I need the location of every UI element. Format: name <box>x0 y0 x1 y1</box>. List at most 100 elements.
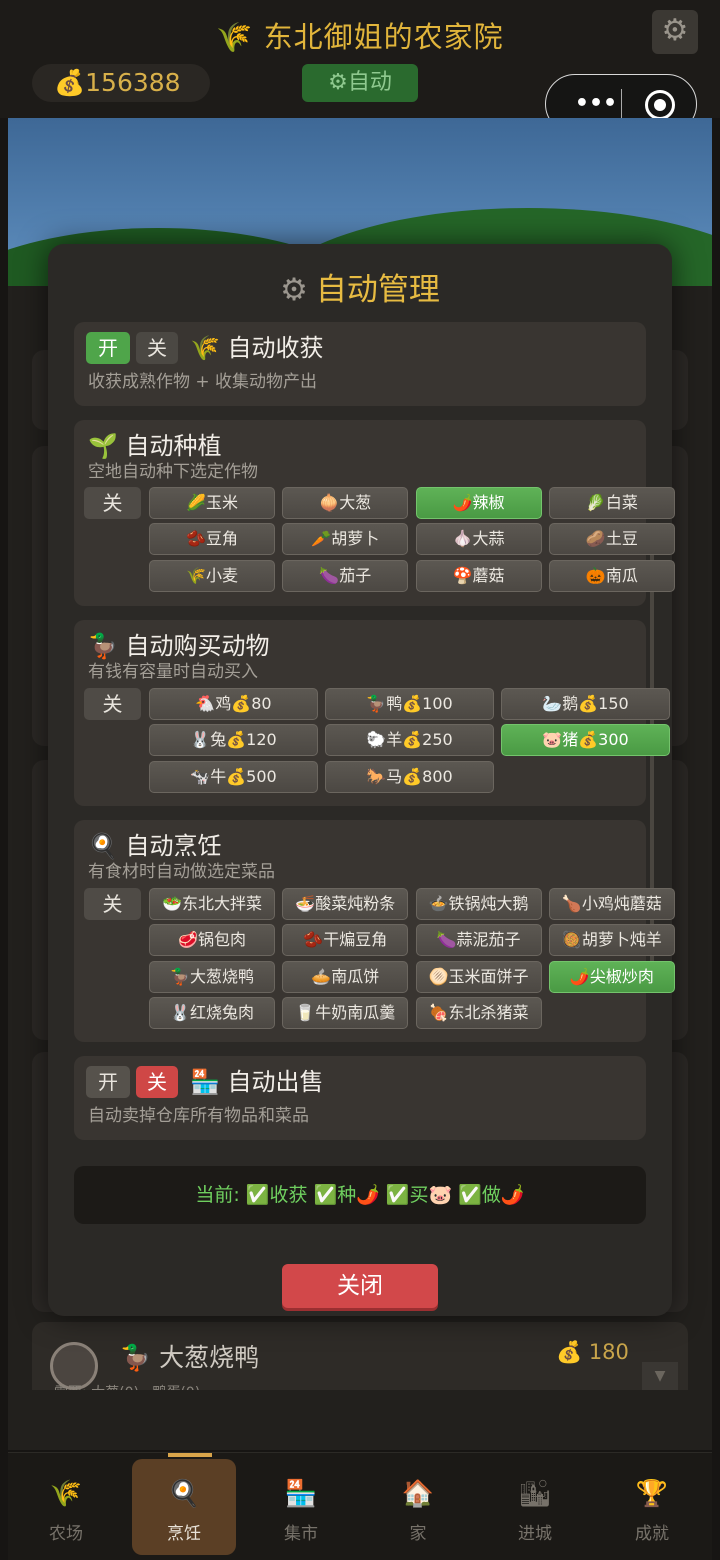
section-auto-harvest: 开 关 🌾 自动收获 收获成熟作物 + 收集动物产出 <box>74 322 646 406</box>
settings-gear-icon[interactable]: ⚙ <box>652 10 698 54</box>
dish-option[interactable]: 🍲铁锅炖大鹅 <box>415 888 542 920</box>
harvest-title: 🌾 自动收获 <box>190 328 324 363</box>
dish-option[interactable]: 🍗小鸡炖蘑菇 <box>548 888 675 920</box>
tab-cooking[interactable]: 🍳 烹饪 <box>132 1459 236 1555</box>
gear-icon: ⚙ <box>280 272 308 308</box>
crop-option[interactable]: 🌾小麦 <box>149 559 275 592</box>
current-status: 当前: ✅收获 ✅种🌶️ ✅买🐷 ✅做🌶️ <box>74 1166 646 1224</box>
trophy-icon: 🏆 <box>635 1479 669 1509</box>
modal-title-text: 自动管理 <box>315 272 440 308</box>
bottom-tab-bar: 🌾 农场 🍳 烹饪 🏪 集市 🏠 家 🏙 进城 🏆 成就 <box>8 1452 712 1560</box>
dish-option[interactable]: 🍖东北杀猪菜 <box>415 996 542 1029</box>
animal-option[interactable]: 🐰兔💰120 <box>149 724 318 757</box>
app-title-text: 东北御姐的农家院 <box>263 20 504 54</box>
animals-desc: 有钱有容量时自动买入 <box>88 662 258 682</box>
tab-label: 烹饪 <box>167 1524 201 1544</box>
harvest-off-toggle[interactable]: 关 <box>136 332 178 364</box>
tab-market[interactable]: 🏪 集市 <box>249 1459 353 1555</box>
tab-label: 成就 <box>635 1524 669 1544</box>
duck-icon: 🦆 <box>88 632 118 660</box>
wheat-icon: 🌾 <box>190 334 220 362</box>
tab-label: 进城 <box>518 1524 552 1544</box>
cook-off-toggle[interactable]: 关 <box>84 888 141 920</box>
house-icon: 🏠 <box>401 1479 435 1509</box>
plant-title-text: 自动种植 <box>125 432 222 460</box>
seedling-icon: 🌱 <box>88 432 118 460</box>
dish-option[interactable]: 🍜酸菜炖粉条 <box>282 888 409 920</box>
chevron-down-icon[interactable]: ▼ <box>642 1362 678 1390</box>
dish-name: 🦆 大葱烧鸭 <box>120 1343 260 1372</box>
crop-option[interactable]: 🍄蘑菇 <box>415 559 542 592</box>
egg-pan-icon: 🍳 <box>88 832 118 860</box>
wheat-icon: 🌾 <box>216 20 254 54</box>
close-miniprogram-icon[interactable] <box>645 90 675 120</box>
sell-desc: 自动卖掉仓库所有物品和菜品 <box>88 1106 309 1126</box>
dish-option[interactable]: 🍆蒜泥茄子 <box>415 924 542 957</box>
money-display: 💰156388 <box>32 64 210 102</box>
crop-option[interactable]: 🌶️辣椒 <box>415 487 542 519</box>
cook-title: 🍳 自动烹饪 <box>88 826 222 861</box>
crop-option[interactable]: 🥕胡萝卜 <box>282 523 409 556</box>
section-auto-sell: 开 关 🏪 自动出售 自动卖掉仓库所有物品和菜品 <box>74 1056 646 1140</box>
dish-option[interactable]: 🥘胡萝卜炖羊 <box>548 924 675 957</box>
tab-label: 农场 <box>49 1524 83 1544</box>
tab-achievements[interactable]: 🏆 成就 <box>600 1459 704 1555</box>
tab-home[interactable]: 🏠 家 <box>366 1459 470 1555</box>
auto-button[interactable]: ⚙自动 <box>302 64 418 102</box>
animal-option[interactable]: 🐑羊💰250 <box>325 724 494 757</box>
dish-ingredients: 需要: 大葱(0) · 鸭蛋(0) <box>54 1382 200 1390</box>
capsule-divider <box>621 89 622 121</box>
animals-off-toggle[interactable]: 关 <box>84 688 141 720</box>
store-icon: 🏪 <box>190 1068 220 1096</box>
animals-title-text: 自动购买动物 <box>125 632 270 660</box>
dish-option[interactable]: 🌶️尖椒炒肉 <box>548 960 675 993</box>
crop-option[interactable]: 🧅大葱 <box>282 487 409 519</box>
tab-city[interactable]: 🏙 进城 <box>483 1459 587 1555</box>
animal-option[interactable]: 🦆鸭💰100 <box>325 688 494 720</box>
dish-option[interactable]: 🥛牛奶南瓜羹 <box>282 996 409 1029</box>
crop-option[interactable]: 🌽玉米 <box>149 487 275 519</box>
harvest-desc: 收获成熟作物 + 收集动物产出 <box>88 372 318 392</box>
city-icon: 🏙 <box>518 1479 552 1509</box>
tab-label: 集市 <box>284 1524 318 1544</box>
modal-title: ⚙ 自动管理 <box>48 264 672 309</box>
crop-option[interactable]: 🍆茄子 <box>282 559 409 592</box>
app-title: 🌾 东北御姐的农家院 <box>0 14 720 56</box>
close-button[interactable]: 关闭 <box>282 1264 438 1308</box>
animal-option[interactable]: 🐔鸡💰80 <box>149 688 318 720</box>
crop-option[interactable]: 🎃南瓜 <box>548 559 675 592</box>
dish-card[interactable]: 🦆 大葱烧鸭 💰 180 需要: 大葱(0) · 鸭蛋(0) ▼ <box>32 1322 688 1390</box>
dish-option[interactable]: 🥧南瓜饼 <box>282 960 409 993</box>
frying-pan-icon: 🍳 <box>167 1479 201 1509</box>
crop-option[interactable]: 🧄大蒜 <box>415 523 542 556</box>
crop-option[interactable]: 🥬白菜 <box>548 487 675 519</box>
dish-option[interactable]: 🫓玉米面饼子 <box>415 960 542 993</box>
dish-option[interactable]: 🐰红烧兔肉 <box>149 996 275 1029</box>
active-tab-indicator <box>168 1453 212 1457</box>
cook-desc: 有食材时自动做选定菜品 <box>88 862 275 882</box>
sell-on-toggle[interactable]: 开 <box>86 1066 130 1098</box>
crop-option[interactable]: 🫘豆角 <box>149 523 275 556</box>
tab-label: 家 <box>409 1524 427 1544</box>
animal-option[interactable]: 🦢鹅💰150 <box>501 688 670 720</box>
tab-farm[interactable]: 🌾 农场 <box>14 1459 118 1555</box>
harvest-on-toggle[interactable]: 开 <box>86 332 130 364</box>
sell-off-toggle[interactable]: 关 <box>136 1066 178 1098</box>
more-menu-icon[interactable]: ••• <box>568 91 624 116</box>
animal-option[interactable]: 🐎马💰800 <box>325 760 494 793</box>
dish-option[interactable]: 🥩锅包肉 <box>149 924 275 957</box>
sell-title-text: 自动出售 <box>227 1068 324 1096</box>
dish-option[interactable]: 🦆大葱烧鸭 <box>149 960 275 993</box>
crop-option[interactable]: 🥔土豆 <box>548 523 675 556</box>
dish-option[interactable]: 🥗东北大拌菜 <box>149 888 275 920</box>
wheat-icon: 🌾 <box>49 1479 83 1509</box>
plant-off-toggle[interactable]: 关 <box>84 487 141 519</box>
animals-title: 🦆 自动购买动物 <box>88 626 270 661</box>
animal-option[interactable]: 🐄牛💰500 <box>149 760 318 793</box>
plant-desc: 空地自动种下选定作物 <box>88 462 258 482</box>
sell-title: 🏪 自动出售 <box>190 1062 324 1097</box>
animal-option[interactable]: 🐷猪💰300 <box>501 724 670 757</box>
dish-option[interactable]: 🫘干煸豆角 <box>282 924 409 957</box>
plant-title: 🌱 自动种植 <box>88 426 222 461</box>
cook-title-text: 自动烹饪 <box>125 832 222 860</box>
